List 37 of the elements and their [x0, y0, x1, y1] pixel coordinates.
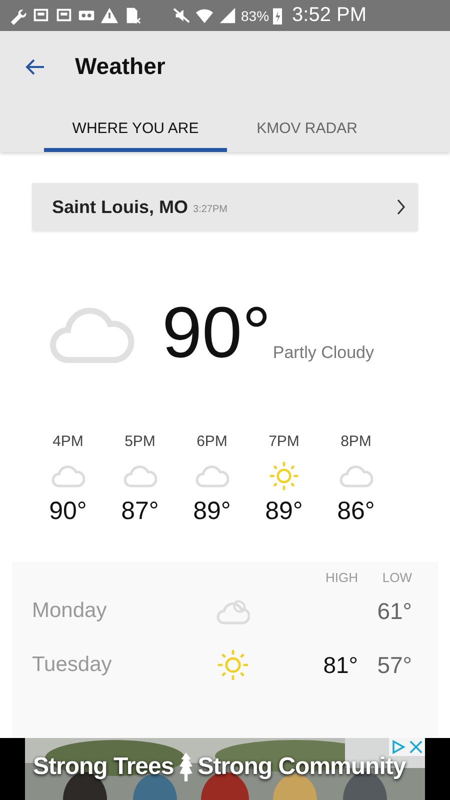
low-temperature: 61° [377, 598, 412, 624]
update-time: 3:27PM [193, 204, 228, 214]
hour-label: 5PM [124, 433, 156, 450]
battery-icon [273, 6, 282, 25]
warning-icon [100, 6, 119, 25]
sun-icon [216, 649, 250, 681]
hour-temperature: 87° [121, 497, 159, 526]
hour-label: 7PM [268, 433, 300, 450]
hour-label: 8PM [340, 433, 372, 450]
current-temperature: 90° [162, 293, 271, 373]
hour-temperature: 86° [337, 497, 375, 526]
hour-temperature: 89° [193, 497, 231, 526]
battery-percent: 83% [241, 8, 270, 24]
tab[interactable]: KMOV RADAR [227, 108, 387, 152]
hour-label: 6PM [196, 433, 228, 450]
day-name: Tuesday [32, 653, 113, 677]
chevron-right-icon [396, 198, 406, 216]
low-temperature: 57° [377, 652, 412, 678]
signal-icon [218, 6, 237, 25]
hour-temperature: 90° [49, 497, 87, 526]
ad-headline: Strong Trees [33, 753, 174, 781]
close-icon[interactable] [407, 738, 425, 756]
day-name: Monday [32, 599, 108, 623]
hour-temperature: 89° [265, 497, 303, 526]
wifi-icon [195, 6, 214, 25]
location-selector[interactable]: Saint Louis, MO 3:27PM [32, 183, 418, 231]
hour-label: 4PM [52, 433, 84, 450]
location-name: Saint Louis, MO [52, 196, 188, 218]
column-header: HIGH [324, 570, 358, 585]
mute-icon [172, 6, 191, 25]
column-header: LOW [381, 570, 412, 585]
screen-title: Weather [75, 53, 166, 80]
clock: 3:52 PM [292, 4, 367, 27]
sun-icon [267, 461, 301, 491]
tab[interactable]: WHERE YOU ARE [44, 108, 227, 152]
high-temperature: 81° [323, 652, 358, 678]
condition-text: Partly Cloudy [272, 343, 374, 363]
